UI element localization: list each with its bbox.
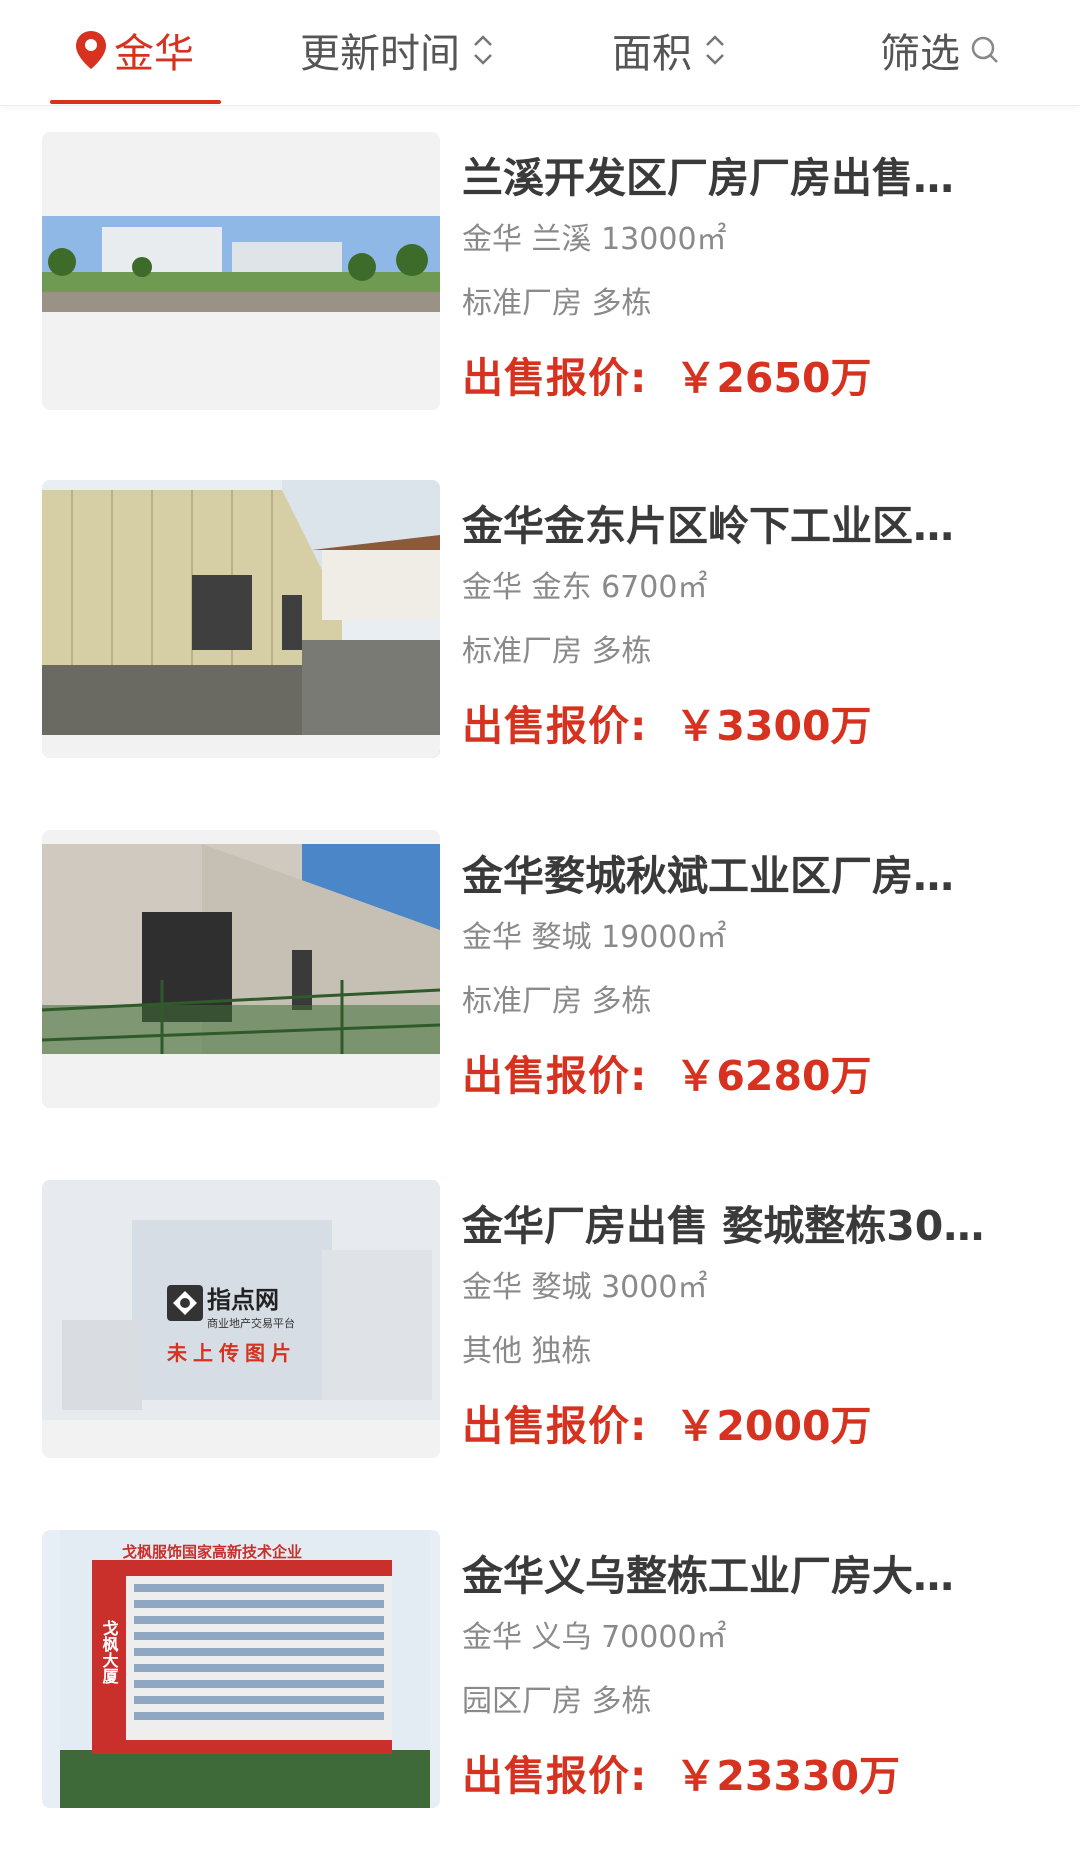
listing-city: 金华	[462, 1270, 522, 1305]
listing-building: 多栋	[591, 1684, 652, 1719]
listing-price-row: 出售报价: ￥3300万	[462, 698, 1032, 754]
listing-location-area: 金华 婺城 3000㎡	[462, 1268, 1032, 1308]
listing-district: 义乌	[531, 1620, 592, 1655]
listing-area: 19000㎡	[601, 920, 727, 955]
listing-city: 金华	[462, 222, 522, 257]
sort-area-label: 面积	[612, 31, 692, 77]
factory-photo-image	[42, 830, 440, 1108]
listing-price-row: 出售报价: ￥2000万	[462, 1398, 1032, 1454]
listing-thumbnail[interactable]: 指点网 商业地产交易平台 未上传图片	[42, 1180, 440, 1458]
listing-info: 金华金东片区岭下工业区… 金华 金东 6700㎡ 标准厂房 多栋 出售报价: ￥3…	[462, 480, 1032, 754]
factory-photo-image	[42, 132, 440, 410]
listing-building: 多栋	[591, 984, 652, 1019]
location-pin-icon	[76, 31, 106, 69]
price-label: 出售报价:	[462, 354, 648, 402]
listing-location-area: 金华 义乌 70000㎡	[462, 1618, 1032, 1658]
listing-type-row: 标准厂房 多栋	[462, 284, 1032, 324]
placeholder-note: 未上传图片	[167, 1341, 297, 1365]
building-photo-image: 戈枫服饰国家高新技术企业 戈枫大厦	[42, 1530, 440, 1808]
listing-type: 标准厂房	[462, 984, 582, 1019]
sort-arrows-icon	[474, 35, 492, 65]
active-tab-indicator	[50, 100, 221, 104]
listing-title[interactable]: 金华婺城秋斌工业区厂房…	[462, 848, 1022, 904]
listing-title[interactable]: 金华厂房出售 婺城整栋30…	[462, 1198, 1022, 1254]
search-icon	[971, 36, 998, 63]
price-label: 出售报价:	[462, 1752, 648, 1800]
price-value: ￥2000万	[675, 1402, 872, 1450]
listing-price-row: 出售报价: ￥6280万	[462, 1048, 1032, 1104]
listing-type: 标准厂房	[462, 286, 582, 321]
listing-info: 金华婺城秋斌工业区厂房… 金华 婺城 19000㎡ 标准厂房 多栋 出售报价: ￥…	[462, 830, 1032, 1104]
placeholder-tagline: 商业地产交易平台	[207, 1316, 295, 1330]
price-label: 出售报价:	[462, 702, 648, 750]
top-filter-bar: 金华 更新时间 面积 筛选	[0, 0, 1080, 106]
building-sign: 戈枫服饰国家高新技术企业	[122, 1543, 302, 1561]
price-value: ￥6280万	[675, 1052, 872, 1100]
listing-location-area: 金华 兰溪 13000㎡	[462, 220, 1032, 260]
price-value: ￥23330万	[675, 1752, 901, 1800]
filter-label: 筛选	[880, 31, 960, 77]
listing-thumbnail[interactable]	[42, 480, 440, 758]
listing-type: 园区厂房	[462, 1684, 582, 1719]
listing-building: 多栋	[591, 634, 652, 669]
sort-update-time-tab[interactable]: 更新时间	[300, 22, 496, 78]
sort-area-tab[interactable]: 面积	[612, 22, 728, 78]
listing-city: 金华	[462, 570, 522, 605]
listing-info: 金华厂房出售 婺城整栋30… 金华 婺城 3000㎡ 其他 独栋 出售报价: ￥2…	[462, 1180, 1032, 1454]
location-tab[interactable]: 金华	[74, 22, 194, 78]
listing-city: 金华	[462, 920, 522, 955]
listing-card[interactable]: 戈枫服饰国家高新技术企业 戈枫大厦 金华义乌整栋工业厂房大… 金华 义乌 700…	[42, 1530, 1042, 1810]
listing-district: 金东	[531, 570, 592, 605]
sort-arrows-icon	[706, 35, 724, 65]
listing-building: 独栋	[531, 1334, 592, 1369]
listing-card[interactable]: 指点网 商业地产交易平台 未上传图片 金华厂房出售 婺城整栋30… 金华 婺城 …	[42, 1180, 1042, 1460]
listing-title[interactable]: 兰溪开发区厂房厂房出售…	[462, 150, 1022, 206]
price-label: 出售报价:	[462, 1402, 648, 1450]
listing-type-row: 标准厂房 多栋	[462, 982, 1032, 1022]
sort-update-time-label: 更新时间	[300, 31, 460, 77]
listing-type: 标准厂房	[462, 634, 582, 669]
price-value: ￥2650万	[675, 354, 872, 402]
listing-district: 婺城	[531, 920, 592, 955]
placeholder-image: 指点网 商业地产交易平台 未上传图片	[42, 1180, 440, 1458]
listing-building: 多栋	[591, 286, 652, 321]
listing-card[interactable]: 金华婺城秋斌工业区厂房… 金华 婺城 19000㎡ 标准厂房 多栋 出售报价: ￥…	[42, 830, 1042, 1110]
listing-title[interactable]: 金华金东片区岭下工业区…	[462, 498, 1022, 554]
listing-thumbnail[interactable]	[42, 132, 440, 410]
listing-type-row: 标准厂房 多栋	[462, 632, 1032, 672]
placeholder-brand: 指点网	[207, 1286, 279, 1314]
location-label: 金华	[114, 31, 194, 77]
listing-location-area: 金华 金东 6700㎡	[462, 568, 1032, 608]
listing-type: 其他	[462, 1334, 522, 1369]
listing-type-row: 园区厂房 多栋	[462, 1682, 1032, 1722]
listing-info: 金华义乌整栋工业厂房大… 金华 义乌 70000㎡ 园区厂房 多栋 出售报价: ￥…	[462, 1530, 1032, 1804]
listing-thumbnail[interactable]: 戈枫服饰国家高新技术企业 戈枫大厦	[42, 1530, 440, 1808]
listing-area: 3000㎡	[601, 1270, 708, 1305]
listing-card[interactable]: 金华金东片区岭下工业区… 金华 金东 6700㎡ 标准厂房 多栋 出售报价: ￥3…	[42, 480, 1042, 760]
building-tower-name: 戈枫大厦	[100, 1619, 119, 1685]
listing-area: 70000㎡	[601, 1620, 727, 1655]
listing-price-row: 出售报价: ￥23330万	[462, 1748, 1032, 1804]
listing-card[interactable]: 兰溪开发区厂房厂房出售… 金华 兰溪 13000㎡ 标准厂房 多栋 出售报价: ￥…	[42, 132, 1042, 412]
listing-location-area: 金华 婺城 19000㎡	[462, 918, 1032, 958]
listing-info: 兰溪开发区厂房厂房出售… 金华 兰溪 13000㎡ 标准厂房 多栋 出售报价: ￥…	[462, 132, 1032, 406]
price-value: ￥3300万	[675, 702, 872, 750]
listing-area: 6700㎡	[601, 570, 708, 605]
listing-title[interactable]: 金华义乌整栋工业厂房大…	[462, 1548, 1022, 1604]
listing-city: 金华	[462, 1620, 522, 1655]
listing-thumbnail[interactable]	[42, 830, 440, 1108]
listing-area: 13000㎡	[601, 222, 727, 257]
listing-district: 婺城	[531, 1270, 592, 1305]
listing-district: 兰溪	[531, 222, 592, 257]
listing-type-row: 其他 独栋	[462, 1332, 1032, 1372]
listing-price-row: 出售报价: ￥2650万	[462, 350, 1032, 406]
filter-tab[interactable]: 筛选	[880, 22, 1000, 78]
price-label: 出售报价:	[462, 1052, 648, 1100]
factory-photo-image	[42, 480, 440, 758]
